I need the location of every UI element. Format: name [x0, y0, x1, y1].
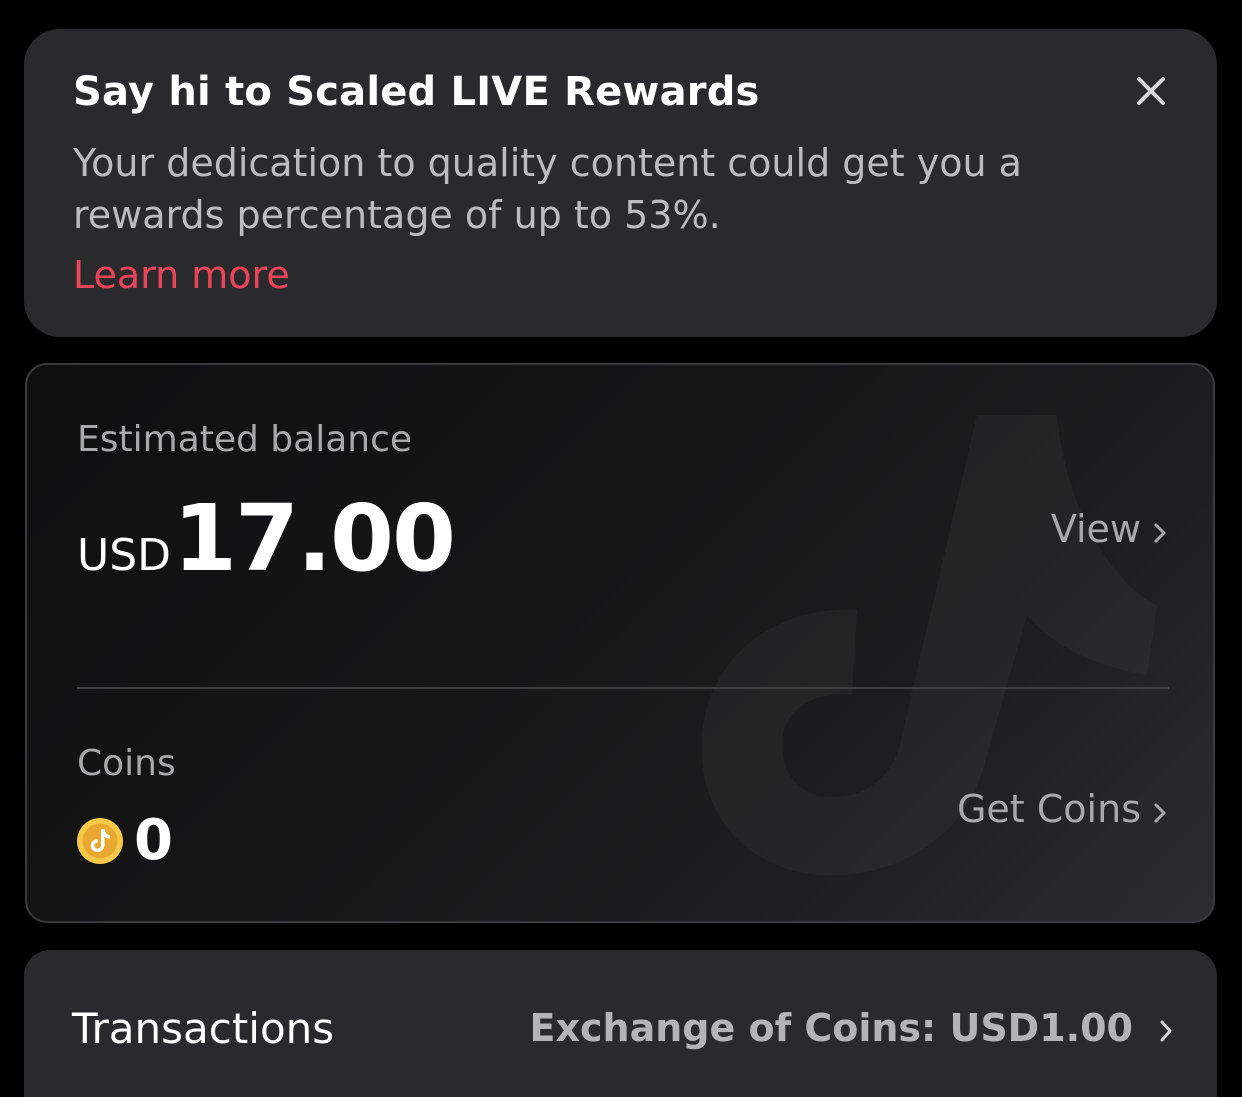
view-balance-link[interactable]: View	[1051, 507, 1167, 554]
chevron-right-icon	[1159, 1009, 1173, 1053]
balance-card: Estimated balance USD17.00 View Coins 0 …	[25, 363, 1215, 923]
get-coins-label: Get Coins	[956, 787, 1141, 831]
balance-amount: USD17.00	[77, 485, 456, 592]
chevron-right-icon	[1153, 510, 1167, 554]
rewards-promo-card: Say hi to Scaled LIVE Rewards Your dedic…	[24, 29, 1217, 337]
chevron-right-icon	[1153, 790, 1167, 834]
divider	[77, 687, 1169, 689]
get-coins-link[interactable]: Get Coins	[957, 787, 1167, 834]
learn-more-link[interactable]: Learn more	[73, 253, 290, 297]
close-icon[interactable]	[1129, 69, 1173, 113]
exchange-rate-value: Exchange of Coins: USD1.00	[529, 1006, 1133, 1050]
wallet-screen: Say hi to Scaled LIVE Rewards Your dedic…	[0, 0, 1242, 1097]
coins-balance: 0	[76, 813, 173, 869]
coins-value: 0	[134, 808, 173, 873]
transactions-label: Transactions	[72, 1004, 335, 1053]
view-label: View	[1050, 507, 1141, 551]
coins-label: Coins	[77, 743, 176, 784]
promo-description: Your dedication to quality content could…	[73, 141, 1022, 237]
balance-currency: USD	[77, 530, 172, 581]
tiktok-coin-icon	[77, 818, 123, 864]
exchange-rate-text: Exchange of Coins: USD1.00	[530, 1006, 1173, 1053]
transactions-row[interactable]: Transactions Exchange of Coins: USD1.00	[24, 950, 1217, 1097]
balance-value: 17.00	[173, 485, 456, 592]
estimated-balance-label: Estimated balance	[77, 419, 413, 460]
promo-title: Say hi to Scaled LIVE Rewards	[73, 69, 760, 115]
